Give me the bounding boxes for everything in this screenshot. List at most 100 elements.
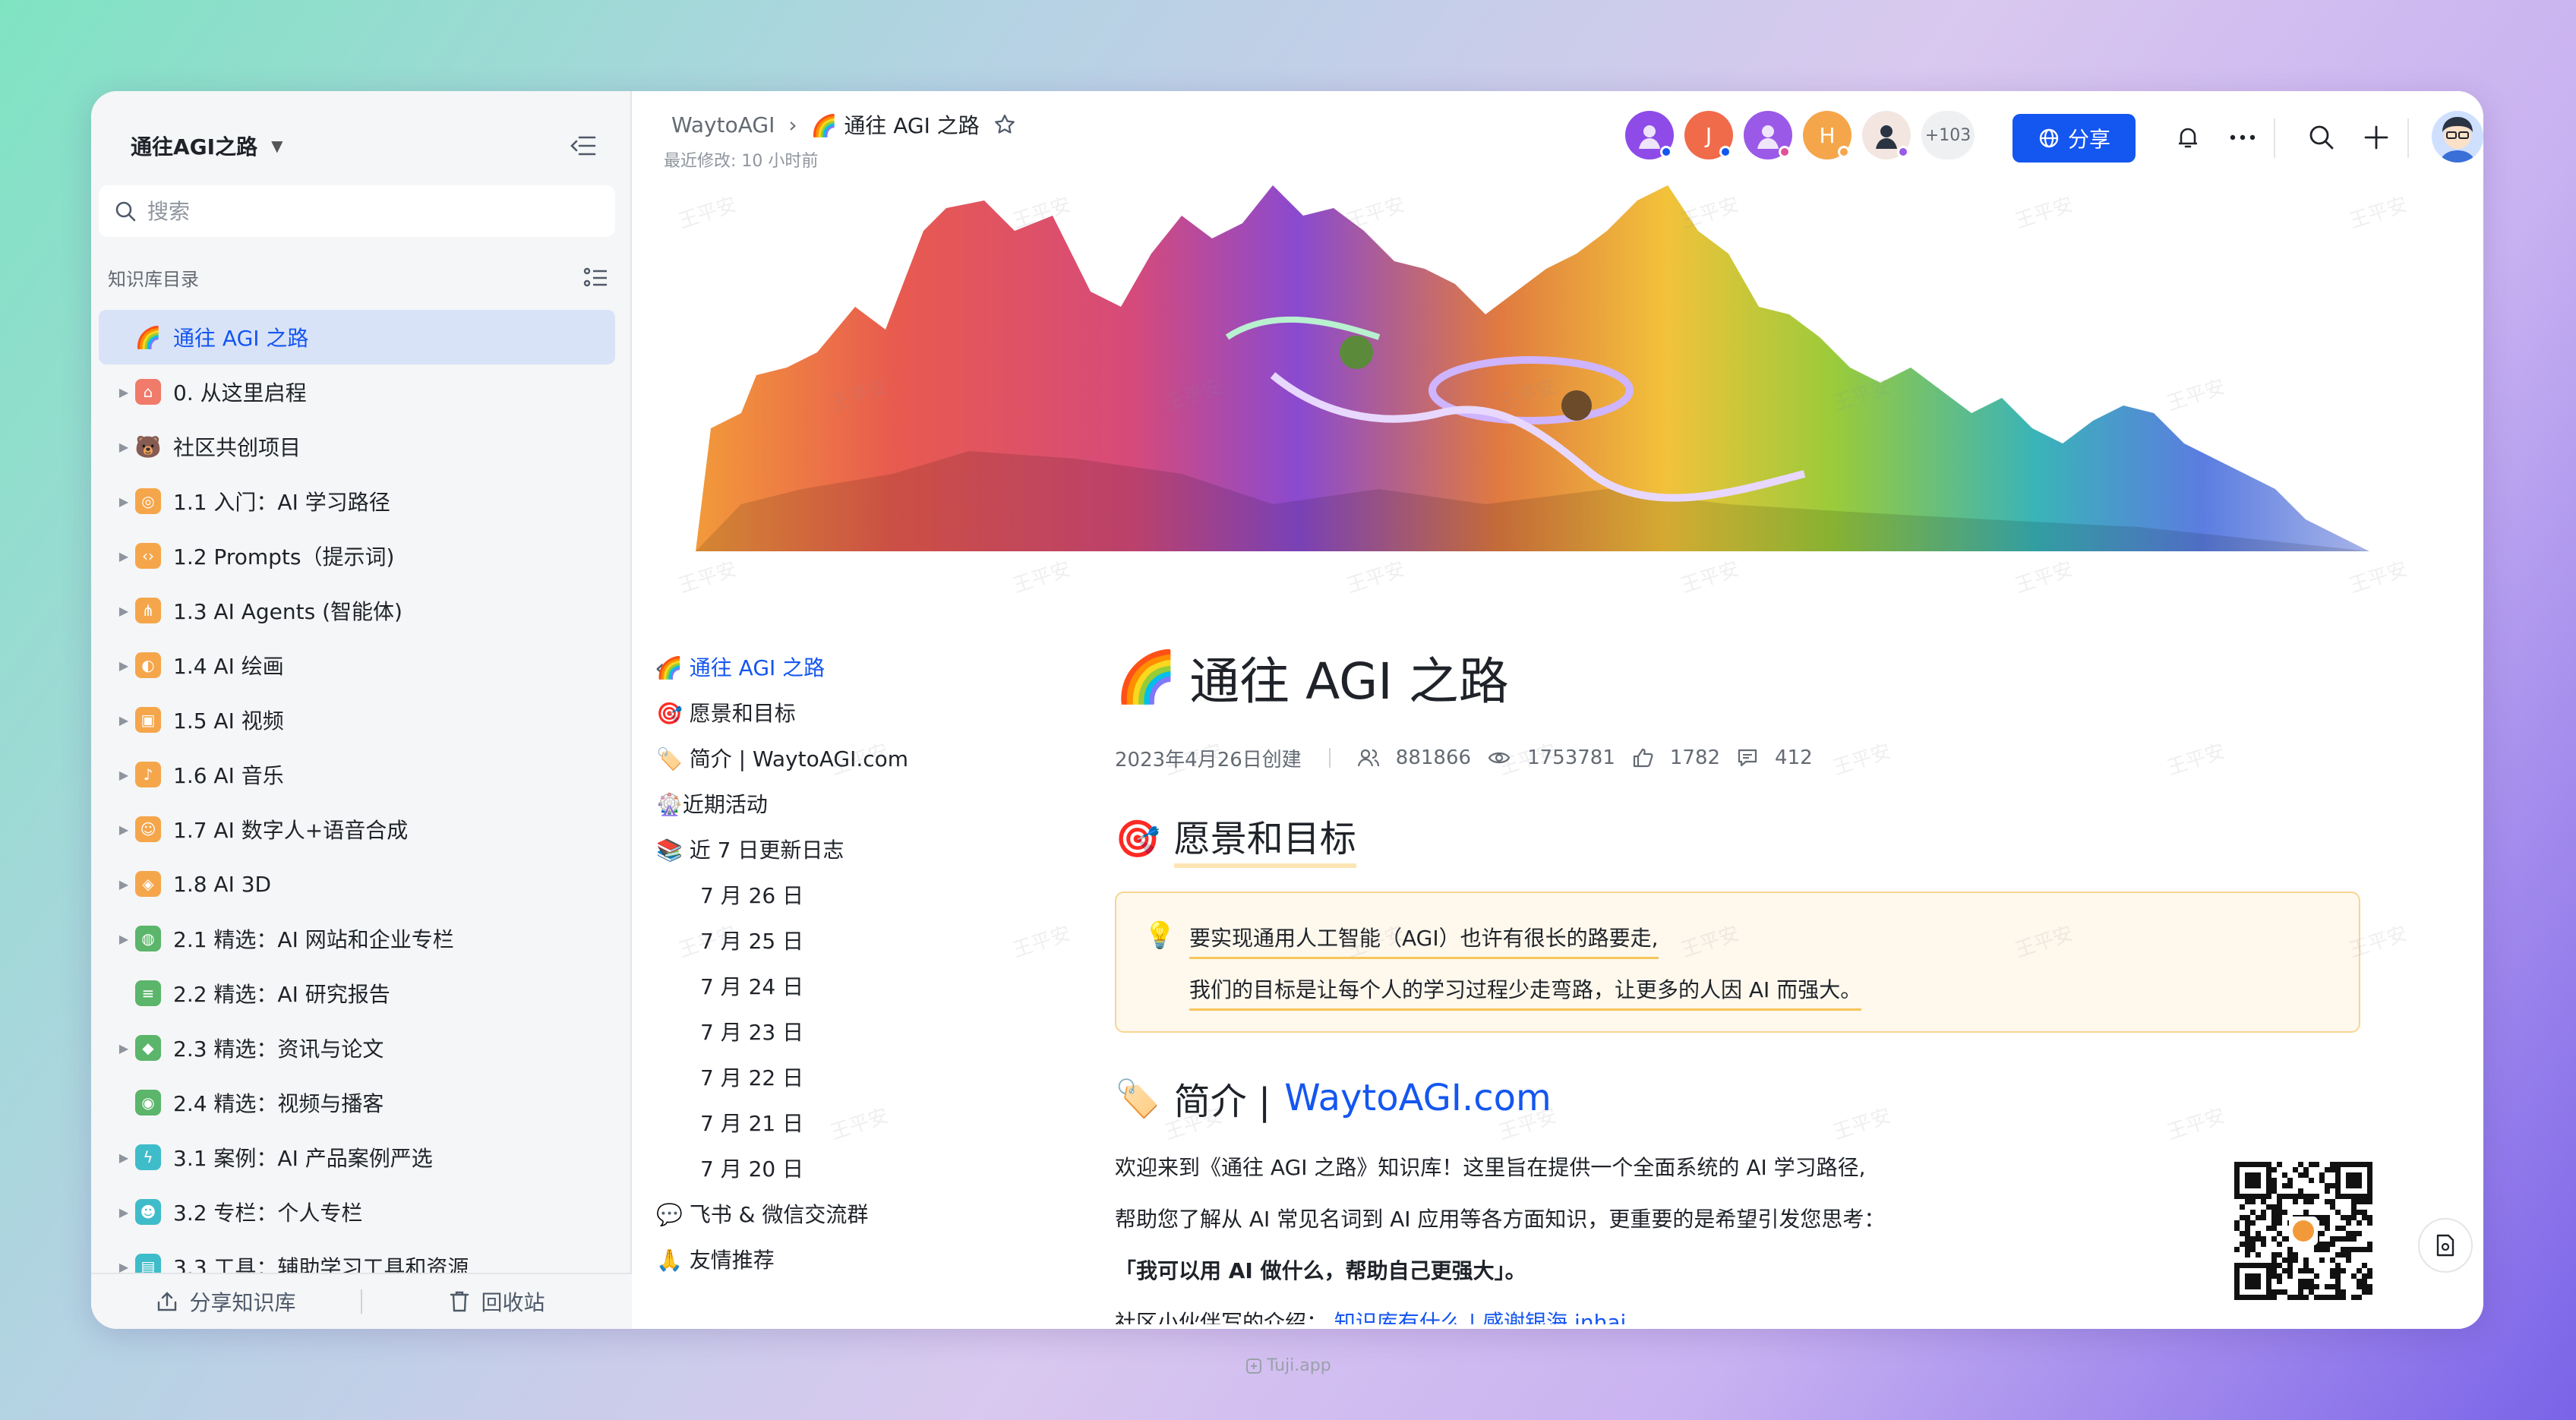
expand-arrow-icon[interactable]: ▶ <box>112 658 135 673</box>
sidebar-item[interactable]: 🌈 通往 AGI 之路 <box>99 310 615 364</box>
collaborator-avatar[interactable] <box>1625 111 1674 159</box>
expand-arrow-icon[interactable]: ▶ <box>112 1260 135 1274</box>
outline-subitem[interactable]: 7 月 21 日 <box>656 1100 1066 1145</box>
status-dot <box>1838 146 1850 158</box>
share-kb-button[interactable]: 分享知识库 <box>91 1286 361 1317</box>
list-settings-icon[interactable] <box>583 267 609 289</box>
collaborator-avatar[interactable] <box>1744 111 1792 159</box>
collaborator-avatar[interactable]: J <box>1684 111 1733 159</box>
sidebar-item-label: 2.3 精选：资讯与论文 <box>173 1037 384 1062</box>
doc-info-button[interactable] <box>2418 1218 2473 1273</box>
expand-arrow-icon[interactable]: ▶ <box>112 768 135 782</box>
search-box[interactable] <box>99 185 615 237</box>
collaborator-avatar[interactable] <box>1862 111 1911 159</box>
trash-button[interactable]: 回收站 <box>362 1286 632 1317</box>
outline-item[interactable]: 🎯 愿景和目标 <box>656 689 1066 735</box>
search-icon[interactable] <box>2303 118 2341 156</box>
compass-icon: ◎ <box>135 488 161 514</box>
outline-item[interactable]: 🏷️ 简介 | WaytoAGI.com <box>656 735 1066 781</box>
expand-arrow-icon[interactable]: ▶ <box>112 440 135 454</box>
outline-item[interactable]: 📚 近 7 日更新日志 <box>656 826 1066 872</box>
expand-arrow-icon[interactable]: ▶ <box>112 1041 135 1056</box>
more-collaborators-badge[interactable]: +103 <box>1921 111 1975 159</box>
sidebar-item-label: 1.3 AI Agents (智能体) <box>173 599 402 624</box>
sidebar-item[interactable]: ▶ ◎ 1.1 入门：AI 学习路径 <box>99 474 615 529</box>
breadcrumb-root[interactable]: WaytoAGI <box>671 112 775 137</box>
globe-icon: ◍ <box>135 926 161 951</box>
qr-code-image <box>2234 1162 2372 1300</box>
collapse-sidebar-icon[interactable] <box>562 125 605 167</box>
sidebar-item[interactable]: ▶ ◍ 2.1 精选：AI 网站和企业专栏 <box>99 911 615 966</box>
outline-subitem[interactable]: 7 月 20 日 <box>656 1145 1066 1191</box>
outline-item[interactable]: 💬 飞书 & 微信交流群 <box>656 1191 1066 1236</box>
sidebar-item[interactable]: ▶ 🐻 社区共创项目 <box>99 419 615 474</box>
eye-icon <box>1488 752 1511 764</box>
outline-subitem[interactable]: 7 月 26 日 <box>656 872 1066 917</box>
share-button[interactable]: 分享 <box>2012 114 2136 163</box>
outline-item[interactable]: 🌈 通往 AGI 之路 <box>656 644 1066 689</box>
sidebar-item[interactable]: ▶ ‹› 1.2 Prompts（提示词) <box>99 529 615 583</box>
collaborators[interactable]: J H +103 <box>1625 111 1975 159</box>
expand-arrow-icon[interactable]: ▶ <box>112 1205 135 1220</box>
expand-arrow-icon[interactable]: ▶ <box>112 549 135 563</box>
outline-subitem[interactable]: 7 月 22 日 <box>656 1054 1066 1100</box>
sidebar-item[interactable]: ◉ 2.4 精选：视频与播客 <box>99 1075 615 1130</box>
rainbow-icon: 🌈 <box>134 324 162 350</box>
sidebar-item[interactable]: ▶ ☺ 1.7 AI 数字人+语音合成 <box>99 802 615 857</box>
sidebar-item[interactable]: ≡ 2.2 精选：AI 研究报告 <box>99 966 615 1021</box>
expand-arrow-icon[interactable]: ▶ <box>112 604 135 618</box>
outline-item[interactable]: 🎡近期活动 <box>656 781 1066 826</box>
trash-label: 回收站 <box>481 1290 545 1315</box>
bell-icon[interactable] <box>2169 118 2207 156</box>
outline-subitem[interactable]: 7 月 24 日 <box>656 963 1066 1008</box>
sidebar-item[interactable]: ▶ ☻ 3.2 专栏：个人专栏 <box>99 1185 615 1239</box>
thumbs-up-icon[interactable] <box>1632 747 1653 768</box>
sidebar-item[interactable]: ▶ ⋔ 1.3 AI Agents (智能体) <box>99 583 615 638</box>
more-icon[interactable] <box>2224 118 2262 156</box>
expand-arrow-icon[interactable]: ▶ <box>112 877 135 891</box>
cover-image <box>696 185 2369 551</box>
sidebar-item[interactable]: ▶ ◈ 1.8 AI 3D <box>99 857 615 911</box>
sidebar-item-label: 1.4 AI 绘画 <box>173 654 284 679</box>
expand-arrow-icon[interactable]: ▶ <box>112 494 135 509</box>
breadcrumb-current[interactable]: 🌈 通往 AGI 之路 <box>811 109 980 140</box>
status-dot <box>1779 146 1791 158</box>
workspace-switcher[interactable]: 通往AGI之路 ▼ <box>131 121 283 170</box>
outline-subitem[interactable]: 7 月 23 日 <box>656 1008 1066 1054</box>
kb-intro-link[interactable]: 知识库有什么 | 感谢银海 inhai <box>1334 1310 1626 1324</box>
sidebar-item[interactable]: ▶ ♪ 1.6 AI 音乐 <box>99 747 615 802</box>
comment-icon[interactable] <box>1737 748 1758 768</box>
intro-heading-link[interactable]: WaytoAGI.com <box>1284 1077 1552 1119</box>
sidebar-item[interactable]: ▶ ◐ 1.4 AI 绘画 <box>99 638 615 693</box>
share-label: 分享 <box>2067 127 2110 152</box>
collaborator-avatar[interactable]: H <box>1803 111 1852 159</box>
expand-arrow-icon[interactable]: ▶ <box>112 1150 135 1165</box>
bear-icon: 🐻 <box>134 434 162 459</box>
sidebar-item[interactable]: ▶ ⌂ 0. 从这里启程 <box>99 364 615 419</box>
sidebar-item-label: 1.8 AI 3D <box>173 871 272 897</box>
heading-intro: 🏷️ 简介 | WaytoAGI.com <box>1115 1068 2360 1128</box>
star-icon[interactable] <box>993 113 1016 136</box>
user-avatar[interactable] <box>2432 111 2483 163</box>
workspace-name: 通往AGI之路 <box>131 134 258 159</box>
expand-arrow-icon[interactable]: ▶ <box>112 932 135 946</box>
sidebar-item[interactable]: ▶ ▣ 1.5 AI 视频 <box>99 693 615 747</box>
expand-arrow-icon[interactable]: ▶ <box>112 385 135 399</box>
sidebar-item[interactable]: ▶ ◆ 2.3 精选：资讯与论文 <box>99 1021 615 1075</box>
title-text: 通往 AGI 之路 <box>1189 652 1509 711</box>
sidebar-item-label: 0. 从这里启程 <box>173 380 307 405</box>
plus-icon[interactable] <box>2357 118 2395 156</box>
expand-arrow-icon[interactable]: ▶ <box>112 822 135 837</box>
watermark-text: 王平安 <box>2347 557 2410 598</box>
outline-item[interactable]: 🙏 友情推荐 <box>656 1236 1066 1282</box>
search-input[interactable] <box>147 198 542 224</box>
tuji-logo-icon <box>1246 1358 1261 1374</box>
topbar: WaytoAGI › 🌈 通往 AGI 之路 最近修改: 10 小时前 J H +1… <box>632 91 2483 187</box>
person-icon <box>1757 125 1779 149</box>
doc-search-icon <box>2436 1234 2454 1257</box>
outline-subitem[interactable]: 7 月 25 日 <box>656 917 1066 963</box>
letter-avatar: J <box>1705 122 1713 148</box>
sidebar-item[interactable]: ▶ ϟ 3.1 案例：AI 产品案例严选 <box>99 1130 615 1185</box>
expand-arrow-icon[interactable]: ▶ <box>112 713 135 727</box>
sidebar-item-label: 2.4 精选：视频与播客 <box>173 1091 384 1116</box>
